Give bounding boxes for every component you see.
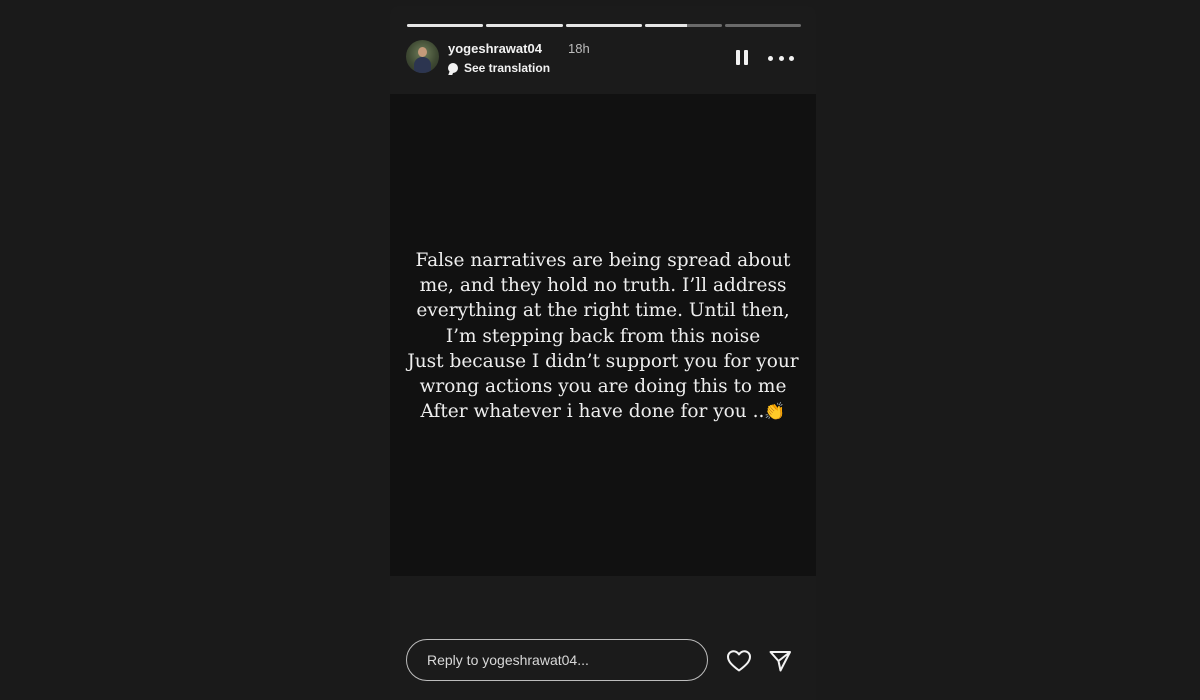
progress-segment bbox=[407, 24, 484, 27]
caption-line: Just because I didn’t support you for yo… bbox=[407, 350, 799, 372]
caption-line: everything at the right time. Until then… bbox=[416, 300, 790, 322]
see-translation-link[interactable]: See translation bbox=[448, 61, 550, 75]
avatar[interactable] bbox=[406, 40, 439, 73]
pause-button[interactable] bbox=[736, 50, 750, 66]
clapping-hands-icon: 👏 bbox=[764, 402, 786, 423]
more-options-icon bbox=[789, 55, 794, 61]
more-options-icon bbox=[778, 55, 784, 61]
reply-input[interactable] bbox=[406, 639, 708, 681]
more-options-icon bbox=[768, 55, 773, 61]
pause-icon bbox=[736, 50, 740, 65]
page: yogeshrawat04 18h See translation False … bbox=[0, 0, 1200, 700]
caption-line: me, and they hold no truth. I’ll address bbox=[419, 275, 787, 297]
story-viewer: yogeshrawat04 18h See translation False … bbox=[390, 6, 816, 700]
progress-segment bbox=[724, 24, 802, 27]
progress-fill bbox=[645, 24, 688, 27]
caption-line-last: After whatever i have done for you ..👏 bbox=[390, 399, 816, 425]
avatar-head bbox=[418, 47, 427, 57]
like-button[interactable] bbox=[726, 649, 752, 673]
see-translation-label: See translation bbox=[464, 61, 551, 75]
progress-segment bbox=[565, 24, 643, 27]
caption-line: I’m stepping back from this noise bbox=[445, 325, 761, 347]
timestamp: 18h bbox=[568, 41, 590, 56]
share-button[interactable] bbox=[768, 649, 792, 673]
progress-fill bbox=[407, 24, 484, 27]
story-caption: False narratives are being spread about … bbox=[390, 248, 816, 425]
username[interactable]: yogeshrawat04 bbox=[448, 41, 542, 56]
progress-fill bbox=[486, 24, 563, 27]
send-icon bbox=[769, 651, 791, 672]
heart-icon bbox=[727, 650, 751, 672]
progress-segment bbox=[645, 24, 722, 27]
story-progress-bar bbox=[407, 24, 802, 27]
avatar-body bbox=[414, 57, 431, 73]
story-header: yogeshrawat04 18h See translation bbox=[406, 40, 800, 76]
caption-line: False narratives are being spread about bbox=[415, 250, 791, 271]
progress-fill bbox=[565, 24, 643, 27]
more-options-button[interactable] bbox=[768, 50, 794, 66]
caption-line: wrong actions you are doing this to me bbox=[419, 376, 787, 398]
caption-line: After whatever i have done for you .. bbox=[420, 401, 765, 423]
pause-icon bbox=[744, 50, 748, 65]
progress-segment bbox=[486, 24, 563, 27]
translate-icon bbox=[448, 63, 458, 73]
